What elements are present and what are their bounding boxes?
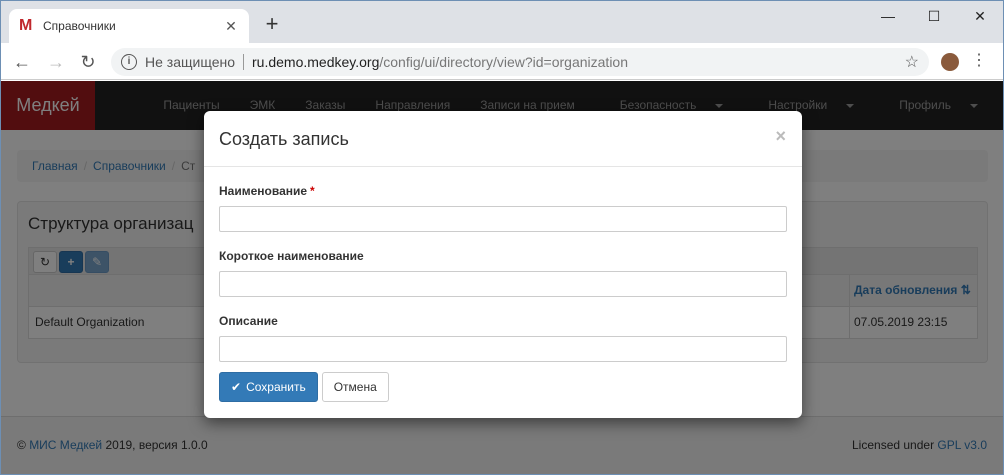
url-host: ru.demo.medkey.org <box>252 54 380 70</box>
modal-header: Создать запись × <box>204 111 802 167</box>
check-icon: ✔ <box>231 380 242 394</box>
medkey-favicon-icon: M <box>19 17 33 34</box>
info-icon[interactable]: i <box>121 54 137 70</box>
browser-tab[interactable]: M Справочники ✕ <box>9 9 249 43</box>
short-name-label: Короткое наименование <box>219 249 364 263</box>
save-button[interactable]: ✔ Сохранить <box>219 372 318 402</box>
description-label: Описание <box>219 314 278 328</box>
security-label: Не защищено <box>145 54 235 70</box>
tab-title: Справочники <box>43 19 116 33</box>
short-name-input[interactable] <box>219 271 787 297</box>
profile-avatar[interactable] <box>941 53 959 71</box>
url-path: /config/ui/directory/view?id=organizatio… <box>379 54 628 70</box>
name-input[interactable] <box>219 206 787 232</box>
modal-buttons: ✔ Сохранить Отмена <box>219 372 389 402</box>
tab-strip: M Справочники ✕ + — ☐ ✕ <box>1 1 1003 43</box>
browser-toolbar: ← → ↻ i Не защищено ru.demo.medkey.org/c… <box>1 43 1003 80</box>
reload-icon[interactable]: ↻ <box>75 49 101 75</box>
close-icon[interactable]: × <box>775 127 786 145</box>
window-close-button[interactable]: ✕ <box>957 1 1003 31</box>
browser-window: M Справочники ✕ + — ☐ ✕ ← → ↻ i Не защищ… <box>0 0 1004 475</box>
new-tab-button[interactable]: + <box>261 13 283 36</box>
required-marker: * <box>310 184 315 198</box>
description-input[interactable] <box>219 336 787 362</box>
address-bar[interactable]: i Не защищено ru.demo.medkey.org/config/… <box>111 48 929 76</box>
name-label: Наименование * <box>219 184 787 198</box>
cancel-button[interactable]: Отмена <box>321 372 389 402</box>
omnibox-divider <box>243 54 244 70</box>
maximize-button[interactable]: ☐ <box>911 1 957 31</box>
record-form: Наименование * Короткое наименование Опис… <box>204 184 802 362</box>
browser-menu-icon[interactable]: ⋮ <box>971 51 987 71</box>
forward-arrow-icon[interactable]: → <box>43 49 69 75</box>
modal-title: Создать запись <box>219 129 349 149</box>
tab-close-icon[interactable]: ✕ <box>223 18 239 34</box>
save-button-label: Сохранить <box>246 380 306 394</box>
create-record-modal: Создать запись × Наименование * Короткое … <box>204 111 802 418</box>
bookmark-star-icon[interactable]: ☆ <box>905 52 919 72</box>
name-label-text: Наименование <box>219 184 308 198</box>
back-arrow-icon[interactable]: ← <box>9 49 35 75</box>
minimize-button[interactable]: — <box>865 1 911 31</box>
